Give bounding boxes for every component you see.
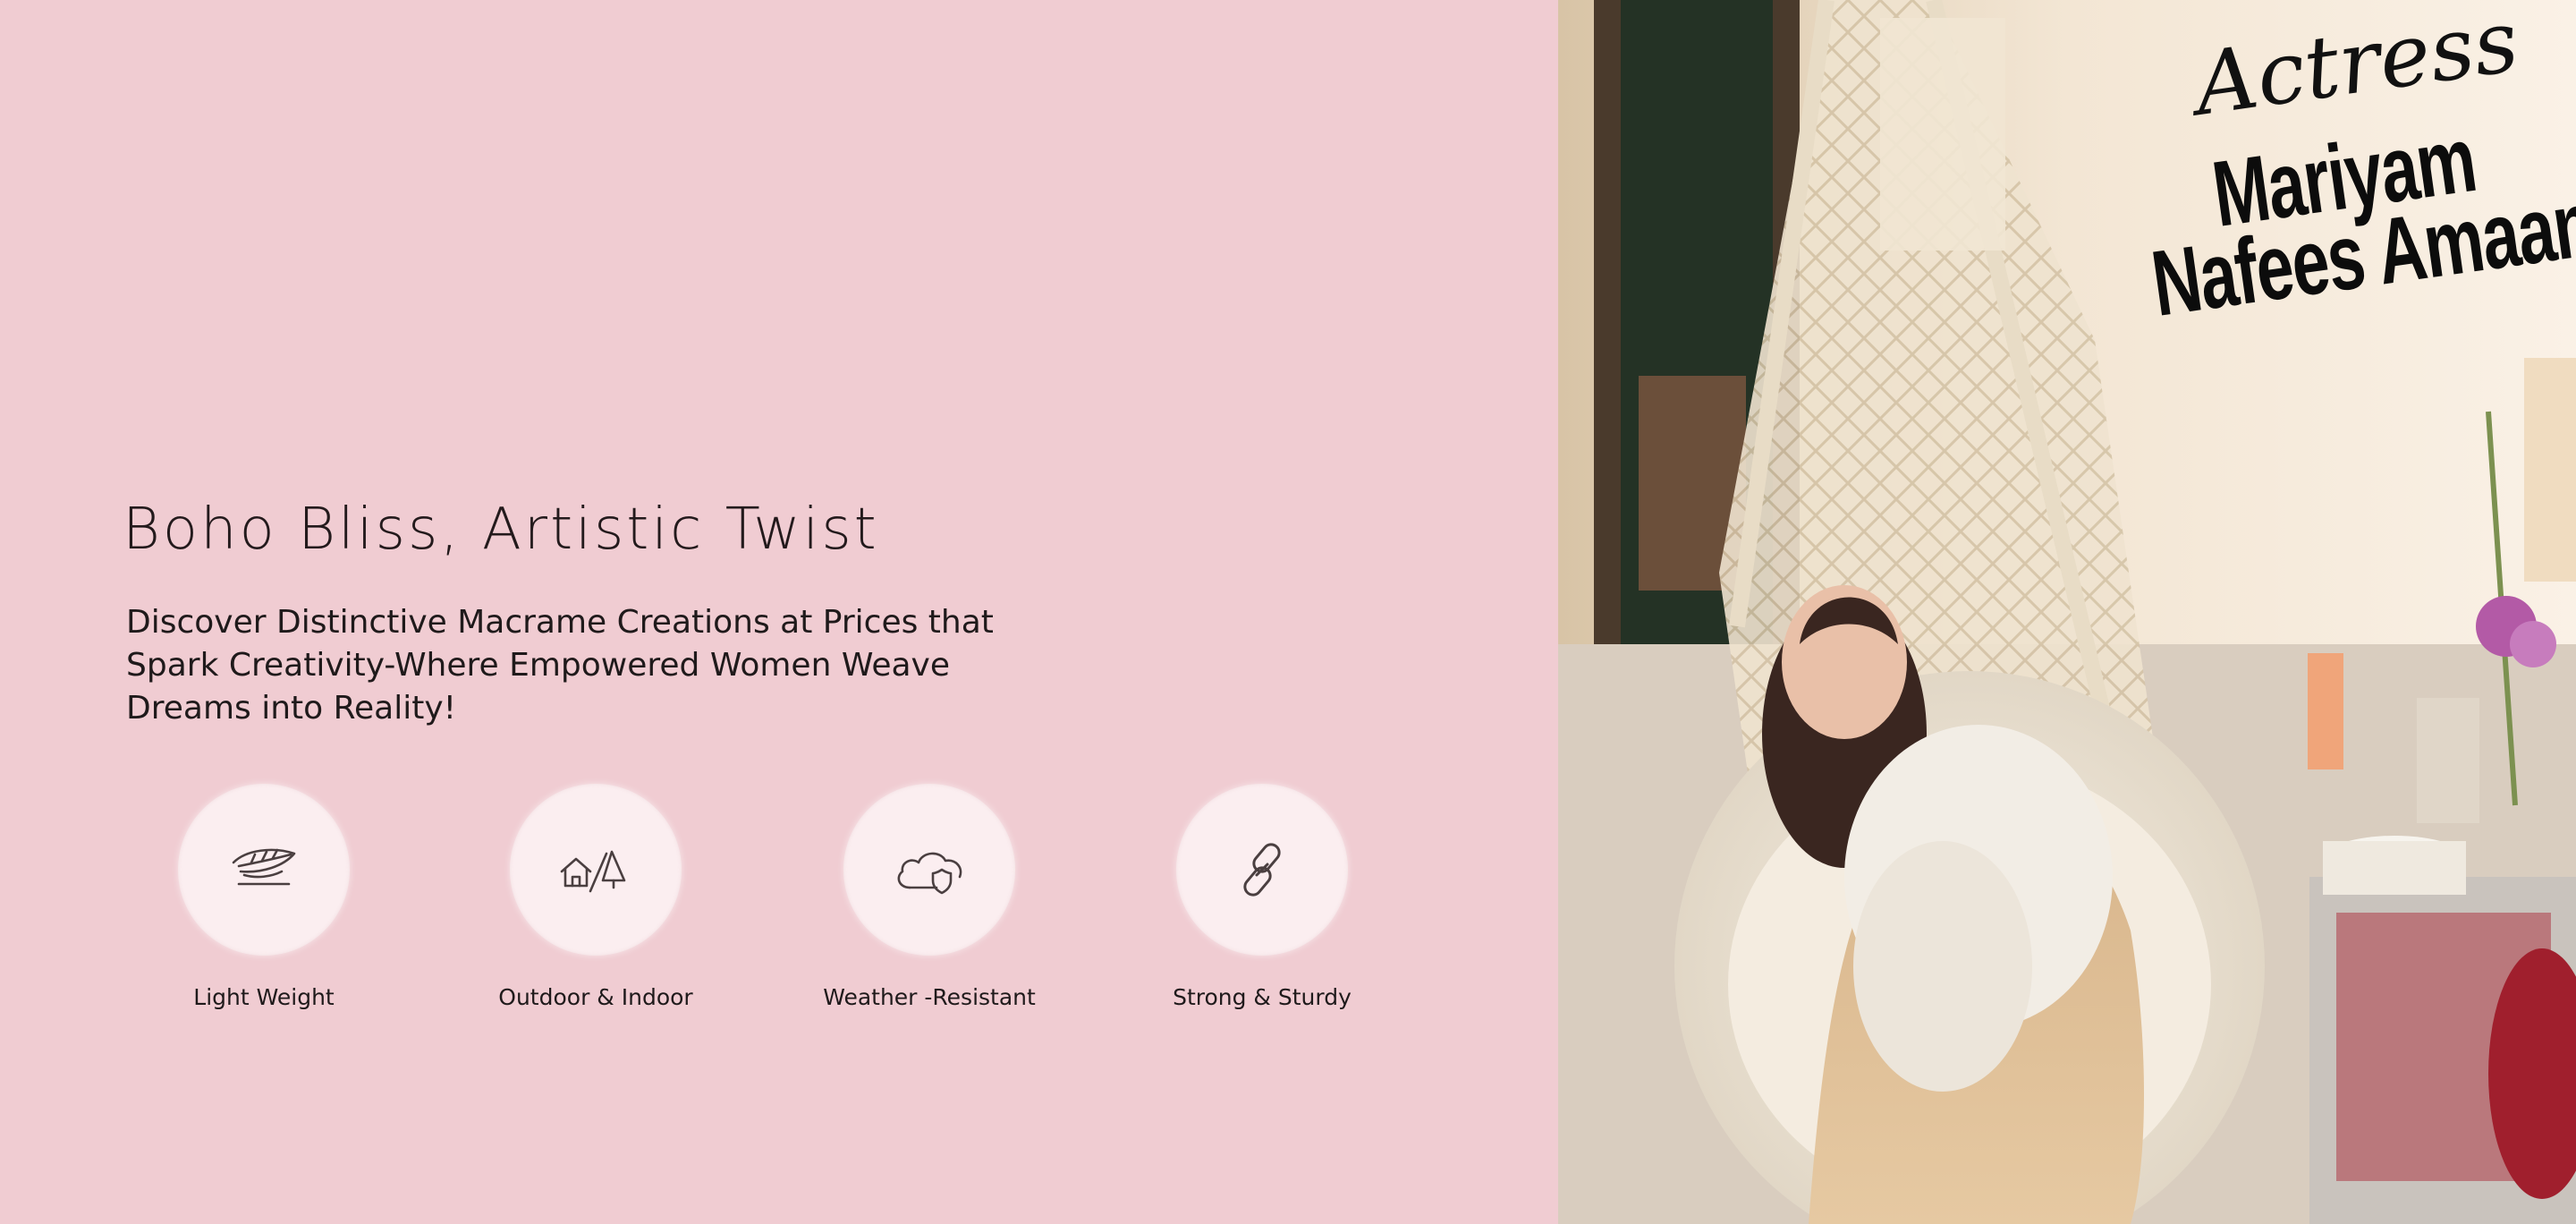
feature-label: Light Weight — [193, 984, 335, 1010]
cloud-icon — [897, 852, 962, 895]
feature-icon-circle — [1176, 784, 1348, 956]
feature-icon-circle — [843, 784, 1015, 956]
hero-section: Boho Bliss, Artistic Twist Discover Dist… — [0, 0, 1558, 1224]
feature-outdoor-indoor: Outdoor & Indoor — [462, 784, 730, 1010]
hero-heading: Boho Bliss, Artistic Twist — [123, 497, 879, 563]
feature-label: Weather -Resistant — [823, 984, 1036, 1010]
feature-label: Strong & Sturdy — [1173, 984, 1352, 1010]
feature-icon-circle — [510, 784, 682, 956]
feature-strong-sturdy: Strong & Sturdy — [1128, 784, 1396, 1010]
hero-photo: Actress Mariyam Nafees Amaan — [1558, 0, 2576, 1224]
chain-link-icon — [1243, 843, 1281, 897]
feature-light-weight: Light Weight — [130, 784, 398, 1010]
feature-weather-resistant: Weather -Resistant — [795, 784, 1063, 1010]
hero-tagline: Discover Distinctive Macrame Creations a… — [126, 604, 994, 727]
feature-icon-circle — [178, 784, 350, 956]
house-tree-icon — [560, 850, 626, 893]
feature-label: Outdoor & Indoor — [498, 984, 693, 1010]
feather-icon — [232, 848, 296, 886]
